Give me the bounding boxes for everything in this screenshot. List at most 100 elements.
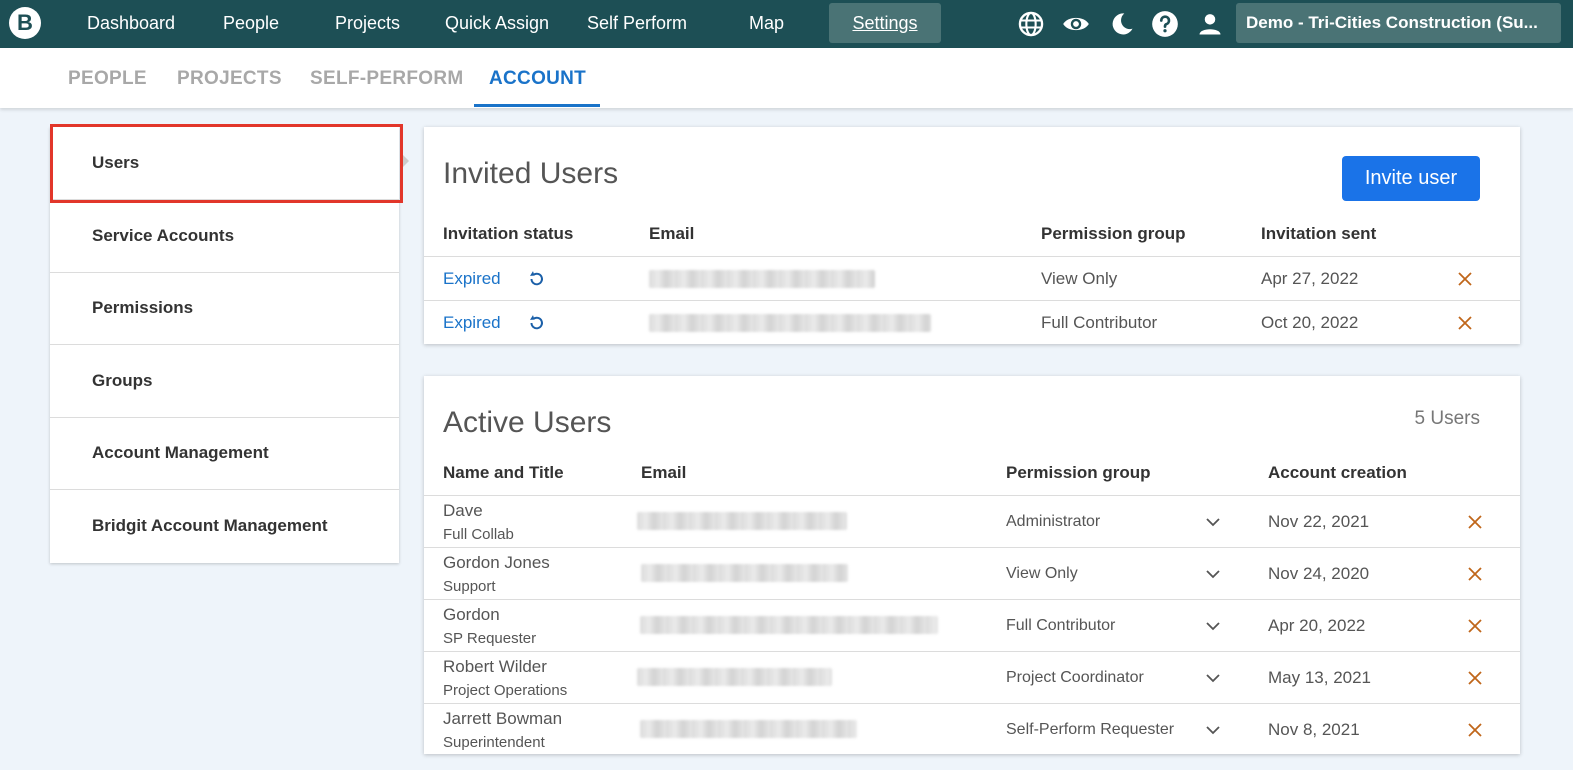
- nav-dashboard[interactable]: Dashboard: [87, 12, 175, 34]
- nav-map[interactable]: Map: [749, 12, 784, 34]
- menu-item-label: Groups: [92, 371, 153, 390]
- active-tab-indicator: [474, 104, 600, 107]
- invitation-sent-date: Apr 27, 2022: [1261, 269, 1359, 288]
- close-icon[interactable]: [1466, 669, 1484, 687]
- user-name: Gordon Jones: [443, 553, 550, 572]
- invitation-sent-date: Oct 20, 2022: [1261, 313, 1359, 332]
- invited-users-title: Invited Users: [443, 157, 619, 190]
- menu-caret-icon: [403, 155, 409, 167]
- chevron-down-icon[interactable]: [1204, 721, 1222, 739]
- menu-item-groups[interactable]: Groups: [50, 345, 399, 418]
- user-title: Project Operations: [443, 682, 568, 699]
- close-icon[interactable]: [1456, 270, 1474, 288]
- permission-group: View Only: [1041, 269, 1118, 288]
- refresh-icon[interactable]: [527, 270, 545, 288]
- menu-item-label: Bridgit Account Management: [92, 516, 328, 535]
- column-header: Invitation sent: [1261, 224, 1377, 243]
- chevron-down-icon[interactable]: [1204, 565, 1222, 583]
- user-icon[interactable]: [1196, 10, 1224, 38]
- settings-subtabs: PEOPLE PROJECTS SELF-PERFORM ACCOUNT: [0, 48, 1573, 108]
- selection-highlight: [50, 124, 403, 203]
- email-redacted: [640, 616, 938, 634]
- globe-icon[interactable]: [1017, 10, 1045, 38]
- email-redacted: [640, 720, 857, 738]
- refresh-icon[interactable]: [527, 314, 545, 332]
- nav-projects[interactable]: Projects: [335, 12, 400, 34]
- moon-icon[interactable]: [1108, 10, 1136, 38]
- account-creation-date: May 13, 2021: [1268, 668, 1372, 687]
- column-header: Name and Title: [443, 463, 564, 482]
- permission-group-select[interactable]: Administrator: [1006, 513, 1100, 531]
- menu-item-bridgit-account-management[interactable]: Bridgit Account Management: [50, 490, 399, 563]
- permission-group-select[interactable]: Self-Perform Requester: [1006, 721, 1174, 739]
- email-redacted: [649, 314, 931, 332]
- active-users-title: Active Users: [443, 406, 612, 439]
- top-navigation-bar: B Dashboard People Projects Quick Assign…: [0, 0, 1573, 48]
- chevron-down-icon[interactable]: [1204, 617, 1222, 635]
- permission-group-select[interactable]: Project Coordinator: [1006, 669, 1144, 687]
- permission-group: Full Contributor: [1041, 313, 1158, 332]
- invite-user-button[interactable]: Invite user: [1342, 156, 1480, 201]
- close-icon[interactable]: [1466, 721, 1484, 739]
- invitation-status-link[interactable]: Expired: [443, 269, 501, 289]
- close-icon[interactable]: [1456, 314, 1474, 332]
- invitation-status-link[interactable]: Expired: [443, 313, 501, 333]
- column-header: Permission group: [1006, 463, 1151, 482]
- tab-account[interactable]: ACCOUNT: [489, 68, 586, 90]
- user-count: 5 Users: [1414, 408, 1480, 429]
- user-title: Superintendent: [443, 734, 545, 751]
- email-redacted: [637, 512, 847, 530]
- email-redacted: [641, 564, 848, 582]
- nav-settings-label: Settings: [852, 13, 918, 33]
- nav-self-perform[interactable]: Self Perform: [587, 12, 687, 34]
- tab-projects[interactable]: PROJECTS: [177, 68, 282, 90]
- menu-item-service-accounts[interactable]: Service Accounts: [50, 200, 399, 273]
- account-creation-date: Apr 20, 2022: [1268, 616, 1366, 635]
- email-redacted: [649, 270, 875, 288]
- account-creation-date: Nov 8, 2021: [1268, 720, 1360, 739]
- account-creation-date: Nov 22, 2021: [1268, 512, 1370, 531]
- menu-item-label: Account Management: [92, 443, 269, 462]
- table-row: Jarrett Bowman Superintendent Self-Perfo…: [424, 703, 1520, 754]
- permission-group-select[interactable]: View Only: [1006, 565, 1078, 583]
- invited-users-card: Invited Users Invite user Invitation sta…: [424, 127, 1520, 344]
- user-name: Robert Wilder: [443, 657, 547, 676]
- column-header: Account creation: [1268, 463, 1407, 482]
- active-users-card: Active Users 5 Users Name and Title Emai…: [424, 376, 1520, 754]
- table-row: Dave Full Collab Administrator Nov 22, 2…: [424, 495, 1520, 547]
- close-icon[interactable]: [1466, 513, 1484, 531]
- user-name: Gordon: [443, 605, 500, 624]
- bridgit-logo[interactable]: B: [9, 7, 41, 39]
- menu-item-permissions[interactable]: Permissions: [50, 272, 399, 345]
- chevron-down-icon[interactable]: [1204, 513, 1222, 531]
- table-row: Gordon Jones Support View Only Nov 24, 2…: [424, 547, 1520, 599]
- permission-group-select[interactable]: Full Contributor: [1006, 617, 1115, 635]
- table-row: Gordon SP Requester Full Contributor Apr…: [424, 599, 1520, 651]
- menu-item-label: Permissions: [92, 298, 194, 317]
- column-header: Invitation status: [443, 224, 574, 243]
- column-header: Email: [641, 463, 687, 482]
- account-switcher[interactable]: Demo - Tri-Cities Construction (Su...: [1236, 3, 1561, 43]
- tab-people[interactable]: PEOPLE: [68, 68, 147, 90]
- user-name: Dave: [443, 501, 483, 520]
- column-header: Permission group: [1041, 224, 1186, 243]
- chevron-down-icon[interactable]: [1204, 669, 1222, 687]
- user-title: Support: [443, 578, 496, 595]
- nav-settings[interactable]: Settings: [829, 3, 941, 43]
- menu-item-account-management[interactable]: Account Management: [50, 417, 399, 490]
- close-icon[interactable]: [1466, 565, 1484, 583]
- eye-icon[interactable]: [1062, 10, 1090, 38]
- table-row: Robert Wilder Project Operations Project…: [424, 651, 1520, 703]
- user-title: Full Collab: [443, 526, 514, 543]
- tab-self-perform[interactable]: SELF-PERFORM: [310, 68, 464, 90]
- table-row: Expired View Only Apr 27, 2022: [424, 256, 1520, 300]
- help-icon[interactable]: [1151, 10, 1179, 38]
- email-redacted: [637, 668, 832, 686]
- user-name: Jarrett Bowman: [443, 709, 563, 728]
- nav-people[interactable]: People: [223, 12, 279, 34]
- nav-quick-assign[interactable]: Quick Assign: [445, 12, 549, 34]
- close-icon[interactable]: [1466, 617, 1484, 635]
- account-creation-date: Nov 24, 2020: [1268, 564, 1370, 583]
- menu-item-label: Service Accounts: [92, 226, 235, 245]
- user-title: SP Requester: [443, 630, 537, 647]
